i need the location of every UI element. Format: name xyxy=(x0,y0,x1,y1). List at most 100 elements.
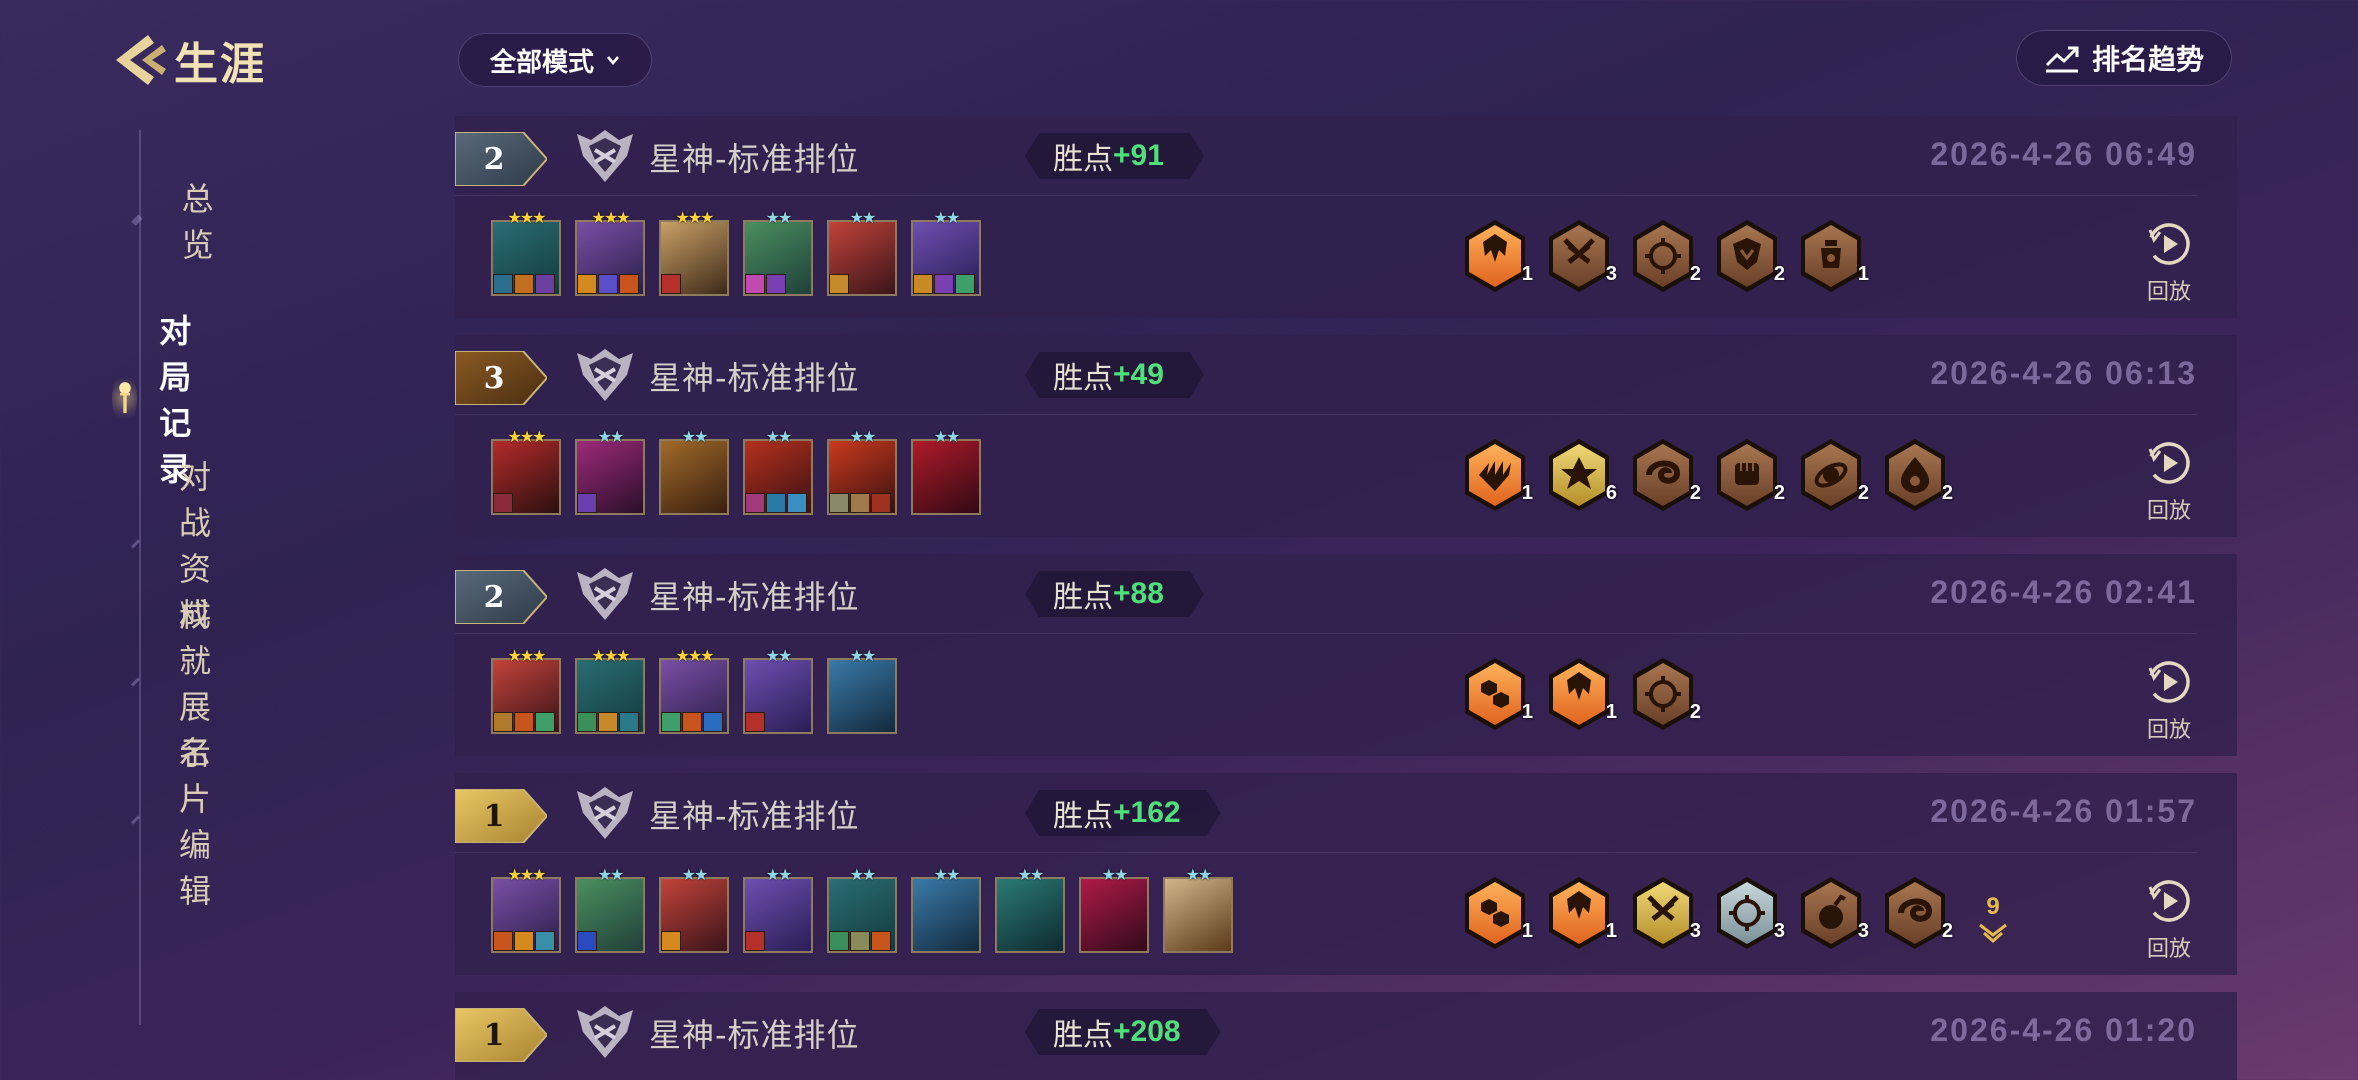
points-value: +162 xyxy=(1113,796,1181,829)
crosshair-icon[interactable]: 2 xyxy=(1627,216,1701,296)
champion-unit[interactable]: ★★ xyxy=(827,428,897,515)
crosshair-icon[interactable]: 3 xyxy=(1711,873,1785,953)
champion-unit[interactable]: ★★ xyxy=(743,647,813,734)
mode-filter-dropdown[interactable]: 全部模式 xyxy=(458,33,652,87)
rank-number: 1 xyxy=(483,798,505,834)
champion-unit[interactable]: ★★★ xyxy=(491,647,561,734)
crosshair-icon[interactable]: 2 xyxy=(1627,654,1701,734)
champion-unit[interactable]: ★★ xyxy=(743,428,813,515)
item-icon xyxy=(745,493,765,513)
flower-icon[interactable]: 6 xyxy=(1543,435,1617,515)
swirl-icon[interactable]: 2 xyxy=(1879,873,1953,953)
trait-count: 1 xyxy=(1605,701,1617,723)
match-card[interactable]: 1 星神-标准排位 胜点 +162 2026-4-26 01:57 ★★★ ★★ ★★ ★★ ★★… xyxy=(455,773,2237,975)
item-slots xyxy=(661,931,682,951)
item-icon xyxy=(745,712,765,732)
champion-unit[interactable]: ★★★ xyxy=(491,428,561,515)
champion-unit[interactable]: ★★★ xyxy=(659,647,729,734)
replay-label: 回放 xyxy=(2146,280,2191,305)
champion-unit[interactable]: ★★ xyxy=(911,209,981,296)
star-level-icon: ★★ xyxy=(849,427,877,446)
match-card[interactable]: 2 星神-标准排位 胜点 +91 2026-4-26 06:49 ★★★ ★★★ ★★★ ★★ ★… xyxy=(455,116,2237,318)
trait-list: 1 1 3 3 3 2 xyxy=(1459,873,1963,953)
back-arrow-icon xyxy=(116,35,166,85)
mode-filter-value: 全部模式 xyxy=(489,47,594,78)
champion-lineup: ★★★ ★★★ ★★★ ★★ ★★ ★★ xyxy=(491,209,995,296)
champion-unit[interactable]: ★★ xyxy=(575,866,645,953)
splash-icon[interactable]: 1 xyxy=(1459,435,1533,515)
rank-number: 2 xyxy=(483,579,505,615)
trait-count: 2 xyxy=(1941,920,1953,942)
crossed-blades-icon[interactable]: 3 xyxy=(1543,216,1617,296)
item-slots xyxy=(493,712,556,732)
brawler-icon[interactable]: 1 xyxy=(1543,873,1617,953)
orbit-icon[interactable]: 2 xyxy=(1795,435,1869,515)
hexagons-icon[interactable]: 1 xyxy=(1459,654,1533,734)
champion-unit[interactable]: ★★ xyxy=(1163,866,1233,953)
brawler-icon[interactable]: 1 xyxy=(1543,654,1617,734)
hexagons-icon[interactable]: 1 xyxy=(1459,873,1533,953)
star-level-icon: ★★ xyxy=(933,208,961,227)
match-mode: 星神-标准排位 xyxy=(649,1016,860,1054)
champion-unit[interactable]: ★★ xyxy=(1079,866,1149,953)
replay-button[interactable]: 回放 xyxy=(2139,658,2199,744)
swirl-icon[interactable]: 2 xyxy=(1627,435,1701,515)
replay-button[interactable]: 回放 xyxy=(2139,877,2199,963)
champion-unit[interactable]: ★★ xyxy=(827,866,897,953)
item-icon xyxy=(535,274,555,294)
champion-unit[interactable]: ★★★ xyxy=(491,209,561,296)
star-level-icon: ★★★ xyxy=(507,865,546,884)
item-icon xyxy=(514,931,534,951)
champion-unit[interactable]: ★★ xyxy=(743,866,813,953)
champion-unit[interactable]: ★★★ xyxy=(659,209,729,296)
champion-unit[interactable]: ★★ xyxy=(659,866,729,953)
sidebar-item-overview[interactable]: 总览 xyxy=(128,174,219,266)
item-icon xyxy=(829,274,849,294)
rank-trend-button[interactable]: 排名趋势 xyxy=(2016,30,2232,86)
back-button[interactable]: 生涯 xyxy=(108,28,266,92)
champion-unit[interactable]: ★★ xyxy=(575,428,645,515)
trait-count: 1 xyxy=(1605,920,1617,942)
champion-unit[interactable]: ★★ xyxy=(743,209,813,296)
rank-badge: 2 xyxy=(455,132,547,186)
champion-unit[interactable]: ★★★ xyxy=(575,647,645,734)
rank-badge: 1 xyxy=(455,789,547,843)
champion-unit[interactable]: ★★ xyxy=(995,866,1065,953)
rank-badge: 1 xyxy=(455,1008,547,1062)
fist-icon[interactable]: 2 xyxy=(1711,435,1785,515)
match-history-list[interactable]: 2 星神-标准排位 胜点 +91 2026-4-26 06:49 ★★★ ★★★ ★★★ ★★ ★… xyxy=(455,116,2237,1080)
star-level-icon: ★★★ xyxy=(507,646,546,665)
match-date: 2026-4-26 02:41 xyxy=(1930,574,2197,610)
match-card[interactable]: 2 星神-标准排位 胜点 +88 2026-4-26 02:41 ★★★ ★★★ ★★★ ★★ ★… xyxy=(455,554,2237,756)
match-card[interactable]: 1 星神-标准排位 胜点 +208 2026-4-26 01:20 xyxy=(455,992,2237,1080)
champion-portrait xyxy=(1163,877,1233,953)
champion-unit[interactable]: ★★★ xyxy=(491,866,561,953)
points-label: 胜点 xyxy=(1053,361,1113,396)
bomb-icon[interactable]: 3 xyxy=(1795,873,1869,953)
match-card[interactable]: 3 星神-标准排位 胜点 +49 2026-4-26 06:13 ★★★ ★★ ★★ ★★ ★★ ★… xyxy=(455,335,2237,537)
item-slots xyxy=(829,931,892,951)
more-traits-toggle[interactable]: 9 xyxy=(1973,893,2013,949)
rank-badge: 3 xyxy=(455,351,547,405)
item-slots xyxy=(829,493,892,513)
page-title: 生涯 xyxy=(174,39,266,90)
lantern-icon[interactable]: 1 xyxy=(1795,216,1869,296)
item-icon xyxy=(682,712,702,732)
replay-button[interactable]: 回放 xyxy=(2139,439,2199,525)
champion-unit[interactable]: ★★ xyxy=(911,866,981,953)
champion-portrait xyxy=(911,877,981,953)
droplet-icon[interactable]: 2 xyxy=(1879,435,1953,515)
shield-icon[interactable]: 2 xyxy=(1711,216,1785,296)
sidebar-item-card-editor[interactable]: 名片编辑 xyxy=(128,728,219,912)
star-level-icon: ★★ xyxy=(765,208,793,227)
trait-count: 1 xyxy=(1857,263,1869,285)
champion-unit[interactable]: ★★ xyxy=(911,428,981,515)
crossed-blades-icon[interactable]: 3 xyxy=(1627,873,1701,953)
champion-unit[interactable]: ★★ xyxy=(659,428,729,515)
star-level-icon: ★★★ xyxy=(675,646,714,665)
champion-unit[interactable]: ★★ xyxy=(827,209,897,296)
champion-unit[interactable]: ★★★ xyxy=(575,209,645,296)
brawler-icon[interactable]: 1 xyxy=(1459,216,1533,296)
replay-button[interactable]: 回放 xyxy=(2139,220,2199,306)
champion-unit[interactable]: ★★ xyxy=(827,647,897,734)
